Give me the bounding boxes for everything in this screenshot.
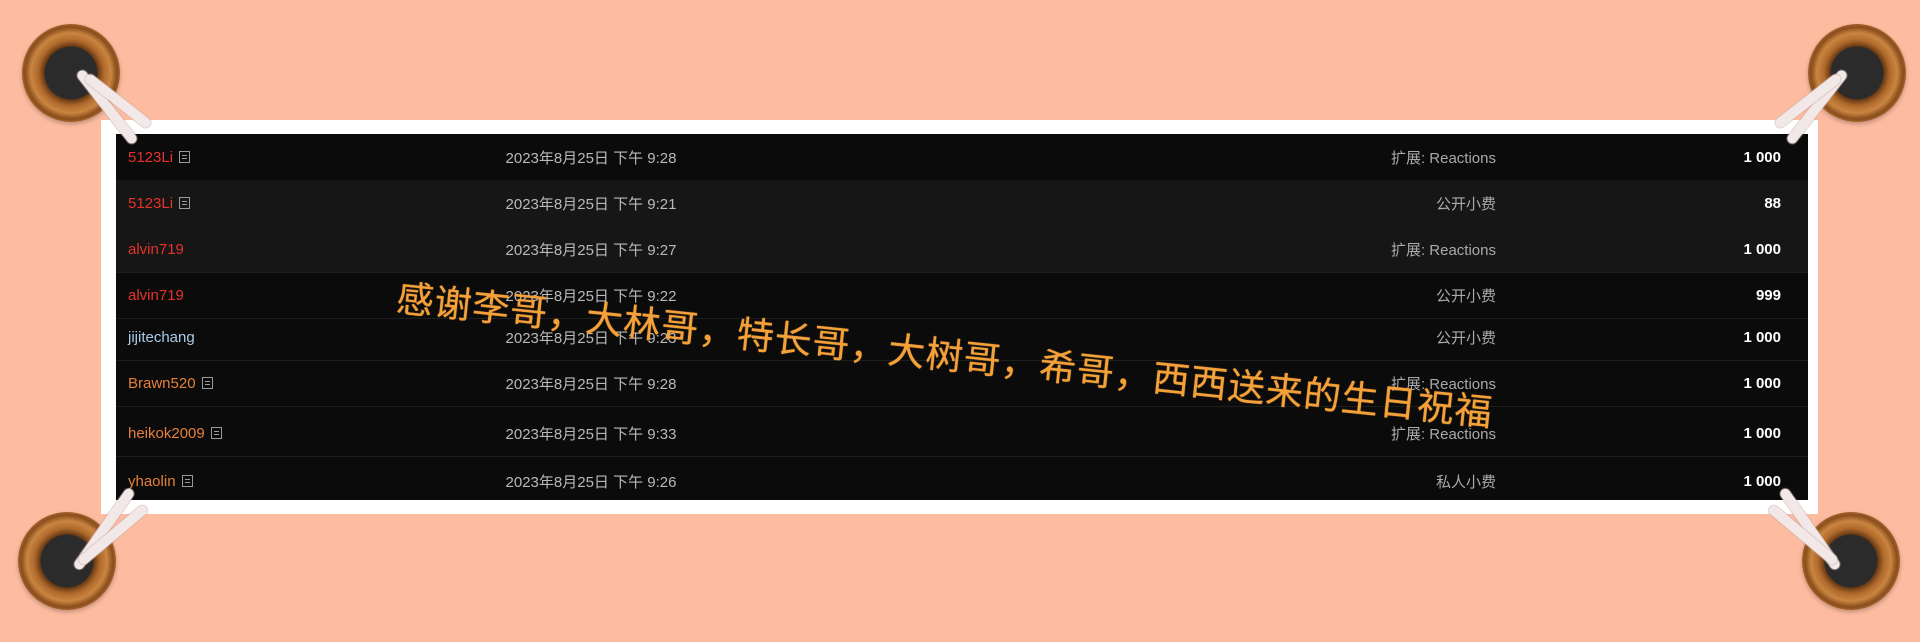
amount-cell: 1 000 bbox=[1743, 472, 1781, 490]
amount-cell: 1 000 bbox=[1743, 240, 1781, 258]
amount-cell: 999 bbox=[1755, 286, 1781, 304]
date-cell: 2023年8月25日 下午 9:28 bbox=[505, 149, 677, 167]
table-row: 5123Li 2023年8月25日 下午 9:28 扩展: Reactions … bbox=[116, 134, 1808, 181]
amount-cell: 1 000 bbox=[1743, 374, 1781, 392]
username[interactable]: alvin719 bbox=[128, 287, 184, 304]
table-row: alvin719 2023年8月25日 下午 9:27 扩展: Reaction… bbox=[116, 226, 1808, 273]
note-icon[interactable] bbox=[181, 475, 193, 487]
username[interactable]: Brawn520 bbox=[128, 375, 196, 392]
amount-cell: 1 000 bbox=[1743, 148, 1781, 166]
username[interactable]: heikok2009 bbox=[128, 425, 205, 442]
type-cell: 公开小费 bbox=[1435, 287, 1496, 305]
type-cell: 扩展: Reactions bbox=[1390, 241, 1496, 259]
user-link[interactable]: jijitechang bbox=[128, 314, 195, 360]
note-icon[interactable] bbox=[179, 197, 191, 209]
type-cell: 公开小费 bbox=[1435, 195, 1496, 213]
user-link[interactable]: 5123Li bbox=[128, 180, 191, 226]
date-cell: 2023年8月25日 下午 9:26 bbox=[505, 473, 677, 491]
grommet-bottom-right bbox=[1802, 512, 1900, 610]
username[interactable]: alvin719 bbox=[128, 241, 184, 258]
username[interactable]: jijitechang bbox=[128, 329, 195, 346]
date-cell: 2023年8月25日 下午 9:28 bbox=[505, 375, 677, 393]
transaction-table: 5123Li 2023年8月25日 下午 9:28 扩展: Reactions … bbox=[116, 134, 1808, 500]
table-row: heikok2009 2023年8月25日 下午 9:33 扩展: Reacti… bbox=[116, 410, 1808, 457]
date-cell: 2023年8月25日 下午 9:33 bbox=[505, 425, 677, 443]
type-cell: 私人小费 bbox=[1435, 473, 1496, 491]
note-icon[interactable] bbox=[201, 377, 213, 389]
table-row: yhaolin 2023年8月25日 下午 9:26 私人小费 1 000 bbox=[116, 458, 1808, 500]
username[interactable]: yhaolin bbox=[128, 473, 176, 490]
table-row: alvin719 2023年8月25日 下午 9:22 公开小费 999 bbox=[116, 272, 1808, 319]
date-cell: 2023年8月25日 下午 9:21 bbox=[505, 195, 677, 213]
user-link[interactable]: yhaolin bbox=[128, 458, 193, 500]
user-link[interactable]: Brawn520 bbox=[128, 360, 213, 406]
note-icon[interactable] bbox=[210, 427, 222, 439]
user-link[interactable]: heikok2009 bbox=[128, 410, 222, 456]
user-link[interactable]: 5123Li bbox=[128, 134, 191, 180]
type-cell: 扩展: Reactions bbox=[1390, 149, 1496, 167]
user-link[interactable]: alvin719 bbox=[128, 226, 184, 272]
date-cell: 2023年8月25日 下午 9:27 bbox=[505, 241, 677, 259]
amount-cell: 1 000 bbox=[1743, 424, 1781, 442]
user-link[interactable]: alvin719 bbox=[128, 272, 184, 318]
amount-cell: 88 bbox=[1764, 194, 1781, 212]
amount-cell: 1 000 bbox=[1743, 328, 1781, 346]
username[interactable]: 5123Li bbox=[128, 195, 173, 212]
username[interactable]: 5123Li bbox=[128, 149, 173, 166]
note-icon[interactable] bbox=[179, 151, 191, 163]
table-row: 5123Li 2023年8月25日 下午 9:21 公开小费 88 bbox=[116, 180, 1808, 227]
